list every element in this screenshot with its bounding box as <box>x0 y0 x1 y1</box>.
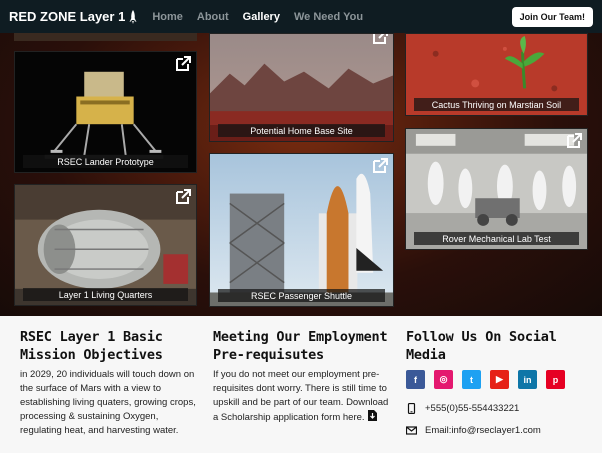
tile-partial-top-left <box>14 33 197 41</box>
external-link-icon[interactable] <box>175 55 192 72</box>
pinterest-icon[interactable]: p <box>546 370 565 389</box>
tile-caption: Rover Mechanical Lab Test <box>414 232 579 245</box>
phone-number: +555(0)55-554433221 <box>425 403 520 414</box>
gallery-tile-home-base[interactable]: Potential Home Base Site <box>209 33 394 142</box>
external-link-icon[interactable] <box>175 188 192 205</box>
gallery-tile-lander[interactable]: RSEC Lander Prototype <box>14 51 197 173</box>
tile-caption: RSEC Lander Prototype <box>23 155 188 168</box>
nav-home[interactable]: Home <box>152 11 183 23</box>
mission-column: RSEC Layer 1 Basic Mission Objectives in… <box>20 328 200 438</box>
employment-column: Meeting Our Employment Pre-requisutes If… <box>213 328 393 425</box>
nav-gallery[interactable]: Gallery <box>243 11 280 23</box>
social-column: Follow Us On Social Media f ◎ t ▶ in p +… <box>406 328 596 436</box>
info-section: RSEC Layer 1 Basic Mission Objectives in… <box>0 316 602 453</box>
gallery: RSEC Lander Prototype Layer 1 Living Qua… <box>0 0 602 316</box>
employment-text-body: If you do not meet our employment pre-re… <box>213 369 389 423</box>
instagram-icon[interactable]: ◎ <box>434 370 453 389</box>
tile-caption: Cactus Thriving on Marstian Soil <box>414 98 579 111</box>
gallery-tile-cactus[interactable]: Cactus Thriving on Marstian Soil <box>405 33 588 116</box>
contact-email: Email:info@rseclayer1.com <box>406 425 596 436</box>
download-file-icon[interactable] <box>367 410 377 421</box>
gallery-tile-living-quarters[interactable]: Layer 1 Living Quarters <box>14 184 197 306</box>
gallery-tile-rover[interactable]: Rover Mechanical Lab Test <box>405 128 588 250</box>
phone-icon <box>407 403 416 414</box>
navbar: RED ZONE Layer 1 Home About Gallery We N… <box>0 0 602 33</box>
brand-name: RED ZONE Layer 1 <box>9 9 126 24</box>
social-title: Follow Us On Social Media <box>406 329 557 363</box>
mission-text: in 2029, 20 individuals will touch down … <box>20 369 196 436</box>
email-address[interactable]: Email:info@rseclayer1.com <box>425 425 541 436</box>
brand[interactable]: RED ZONE Layer 1 <box>9 9 138 24</box>
linkedin-icon[interactable]: in <box>518 370 537 389</box>
facebook-icon[interactable]: f <box>406 370 425 389</box>
employment-title: Meeting Our Employment Pre-requisutes <box>213 329 388 363</box>
external-link-icon[interactable] <box>372 33 389 45</box>
nav-about[interactable]: About <box>197 11 229 23</box>
rocket-icon <box>129 9 137 24</box>
tile-caption: Layer 1 Living Quarters <box>23 288 188 301</box>
external-link-icon[interactable] <box>372 157 389 174</box>
twitter-icon[interactable]: t <box>462 370 481 389</box>
shuttle-image <box>210 154 393 306</box>
employment-text: If you do not meet our employment pre-re… <box>213 368 393 425</box>
external-link-icon[interactable] <box>566 132 583 149</box>
contact-phone: +555(0)55-554433221 <box>406 403 596 414</box>
nav-we-need-you[interactable]: We Need You <box>294 11 363 23</box>
join-our-team-button[interactable]: Join Our Team! <box>511 7 593 27</box>
youtube-icon[interactable]: ▶ <box>490 370 509 389</box>
mission-title: RSEC Layer 1 Basic Mission Objectives <box>20 329 163 363</box>
social-icons: f ◎ t ▶ in p <box>406 370 596 389</box>
tile-caption: RSEC Passenger Shuttle <box>218 289 385 302</box>
envelope-icon <box>406 426 417 435</box>
gallery-tile-shuttle[interactable]: RSEC Passenger Shuttle <box>209 153 394 307</box>
tile-caption: Potential Home Base Site <box>218 124 385 137</box>
